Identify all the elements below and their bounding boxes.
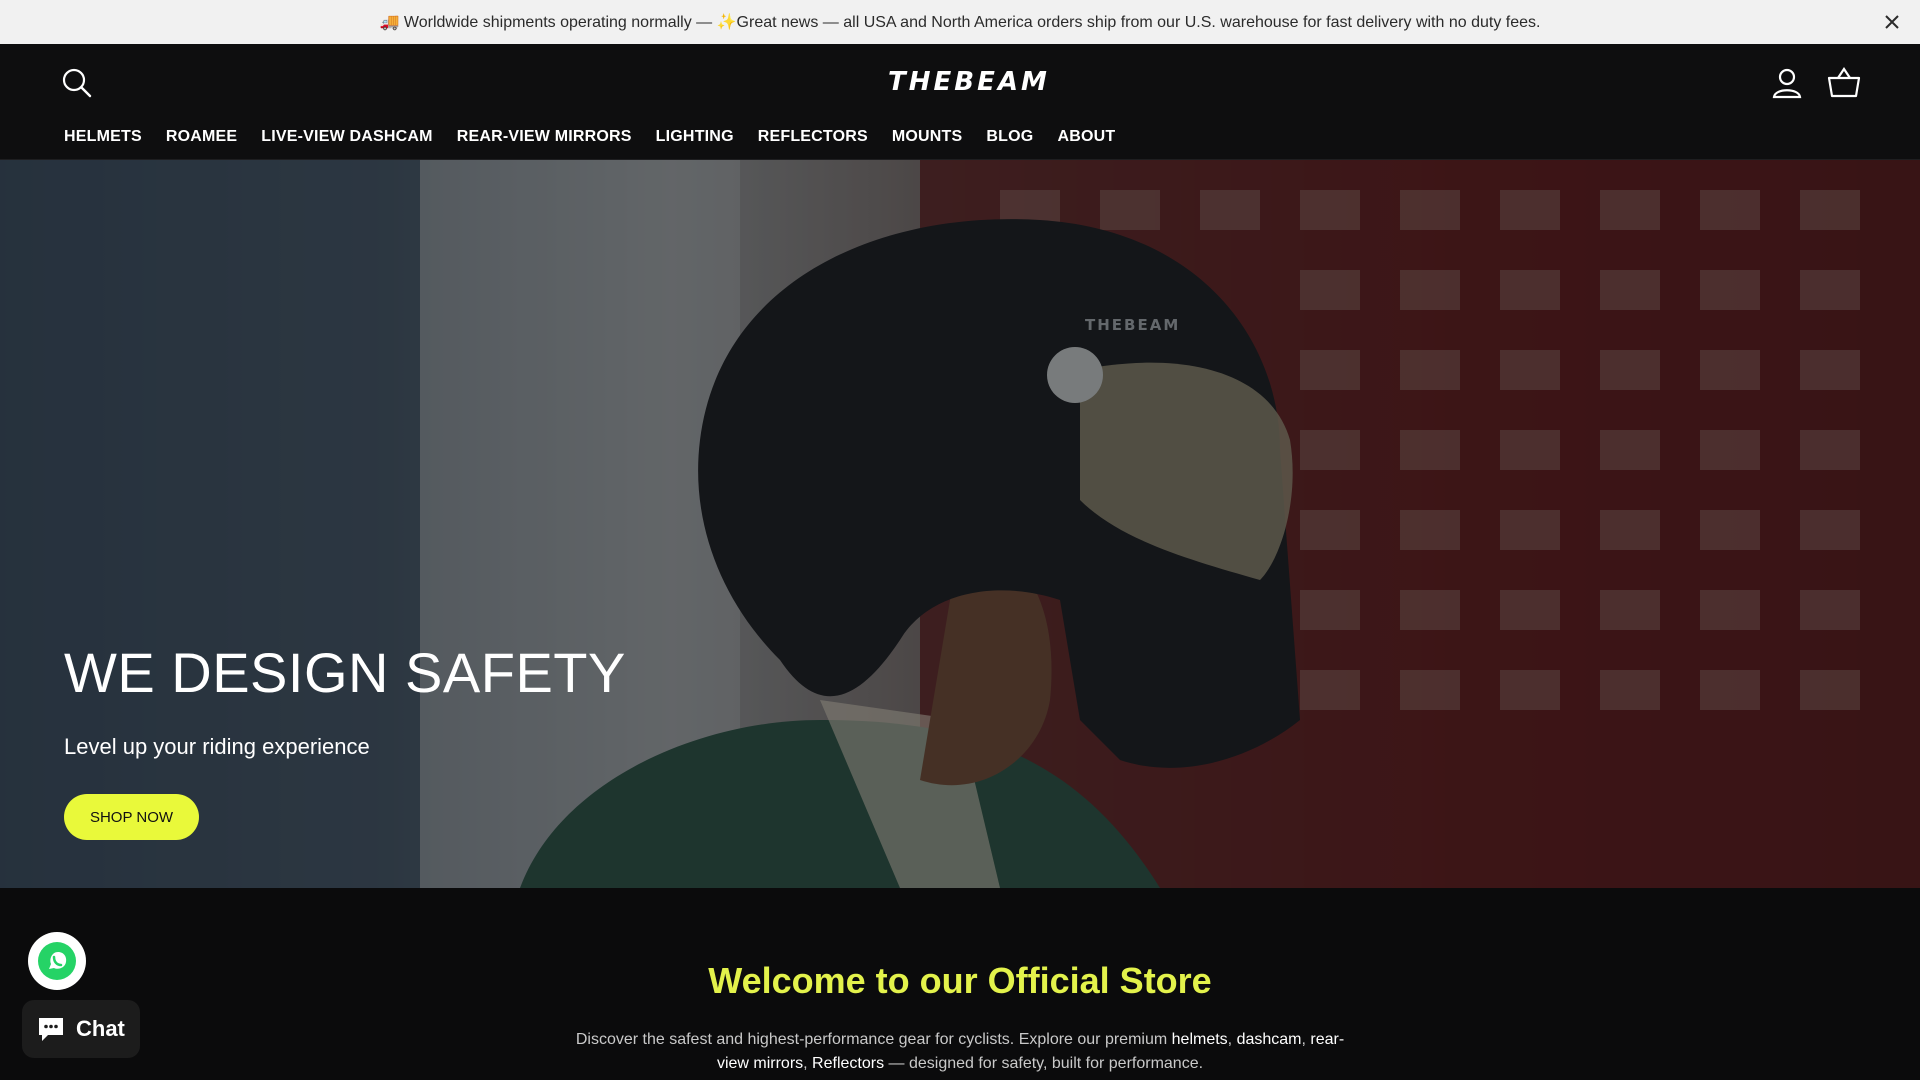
shop-now-button[interactable]: SHOP NOW [64, 794, 199, 840]
announcement-text: 🚚 Worldwide shipments operating normally… [379, 14, 1541, 31]
hero-overlay [0, 160, 1920, 888]
cart-icon[interactable] [1826, 66, 1862, 100]
account-icon[interactable] [1770, 66, 1804, 100]
hero-title: WE DESIGN SAFETY [64, 641, 626, 704]
nav-item-blog[interactable]: BLOG [986, 128, 1033, 146]
link-helmets[interactable]: helmets [1172, 1031, 1228, 1048]
welcome-description: Discover the safest and highest-performa… [575, 1028, 1345, 1076]
nav-item-roamee[interactable]: ROAMEE [166, 128, 237, 146]
nav-item-mounts[interactable]: MOUNTS [892, 128, 963, 146]
site-header: THEBEAM HELMETS ROAMEE LIVE-VIEW DASHCAM… [0, 44, 1920, 160]
announcement-bar: 🚚 Worldwide shipments operating normally… [0, 0, 1920, 44]
nav-item-rear-view-mirrors[interactable]: REAR-VIEW MIRRORS [457, 128, 632, 146]
welcome-text-1: Discover the safest and highest-performa… [575, 1031, 1172, 1048]
nav-item-reflectors[interactable]: REFLECTORS [758, 128, 868, 146]
nav-item-live-view-dashcam[interactable]: LIVE-VIEW DASHCAM [261, 128, 432, 146]
nav-item-helmets[interactable]: HELMETS [64, 128, 142, 146]
chat-label: Chat [76, 1016, 125, 1041]
close-icon[interactable] [1880, 10, 1904, 34]
link-reflectors[interactable]: Reflectors [812, 1055, 884, 1072]
hero-subtitle: Level up your riding experience [64, 734, 370, 759]
welcome-section: Welcome to our Official Store Discover t… [0, 888, 1920, 1080]
chat-bubble-icon [39, 1018, 63, 1041]
hero-banner: THEBEAM WE DESIGN SAFETY Level up your r… [0, 160, 1920, 888]
nav-item-about[interactable]: ABOUT [1057, 128, 1115, 146]
welcome-text-2: — designed for safety, built for perform… [884, 1055, 1204, 1072]
chat-button[interactable]: Chat [22, 1000, 140, 1058]
nav-item-lighting[interactable]: LIGHTING [656, 128, 734, 146]
site-logo[interactable]: THEBEAM [888, 66, 1047, 98]
link-dashcam[interactable]: dashcam [1237, 1031, 1302, 1048]
main-nav: HELMETS ROAMEE LIVE-VIEW DASHCAM REAR-VI… [64, 128, 1115, 146]
welcome-heading: Welcome to our Official Store [708, 960, 1212, 1001]
welcome-separator-1: , [1227, 1031, 1237, 1048]
search-icon[interactable] [60, 66, 94, 100]
whatsapp-icon[interactable] [28, 932, 86, 990]
welcome-separator-3: , [803, 1055, 813, 1072]
